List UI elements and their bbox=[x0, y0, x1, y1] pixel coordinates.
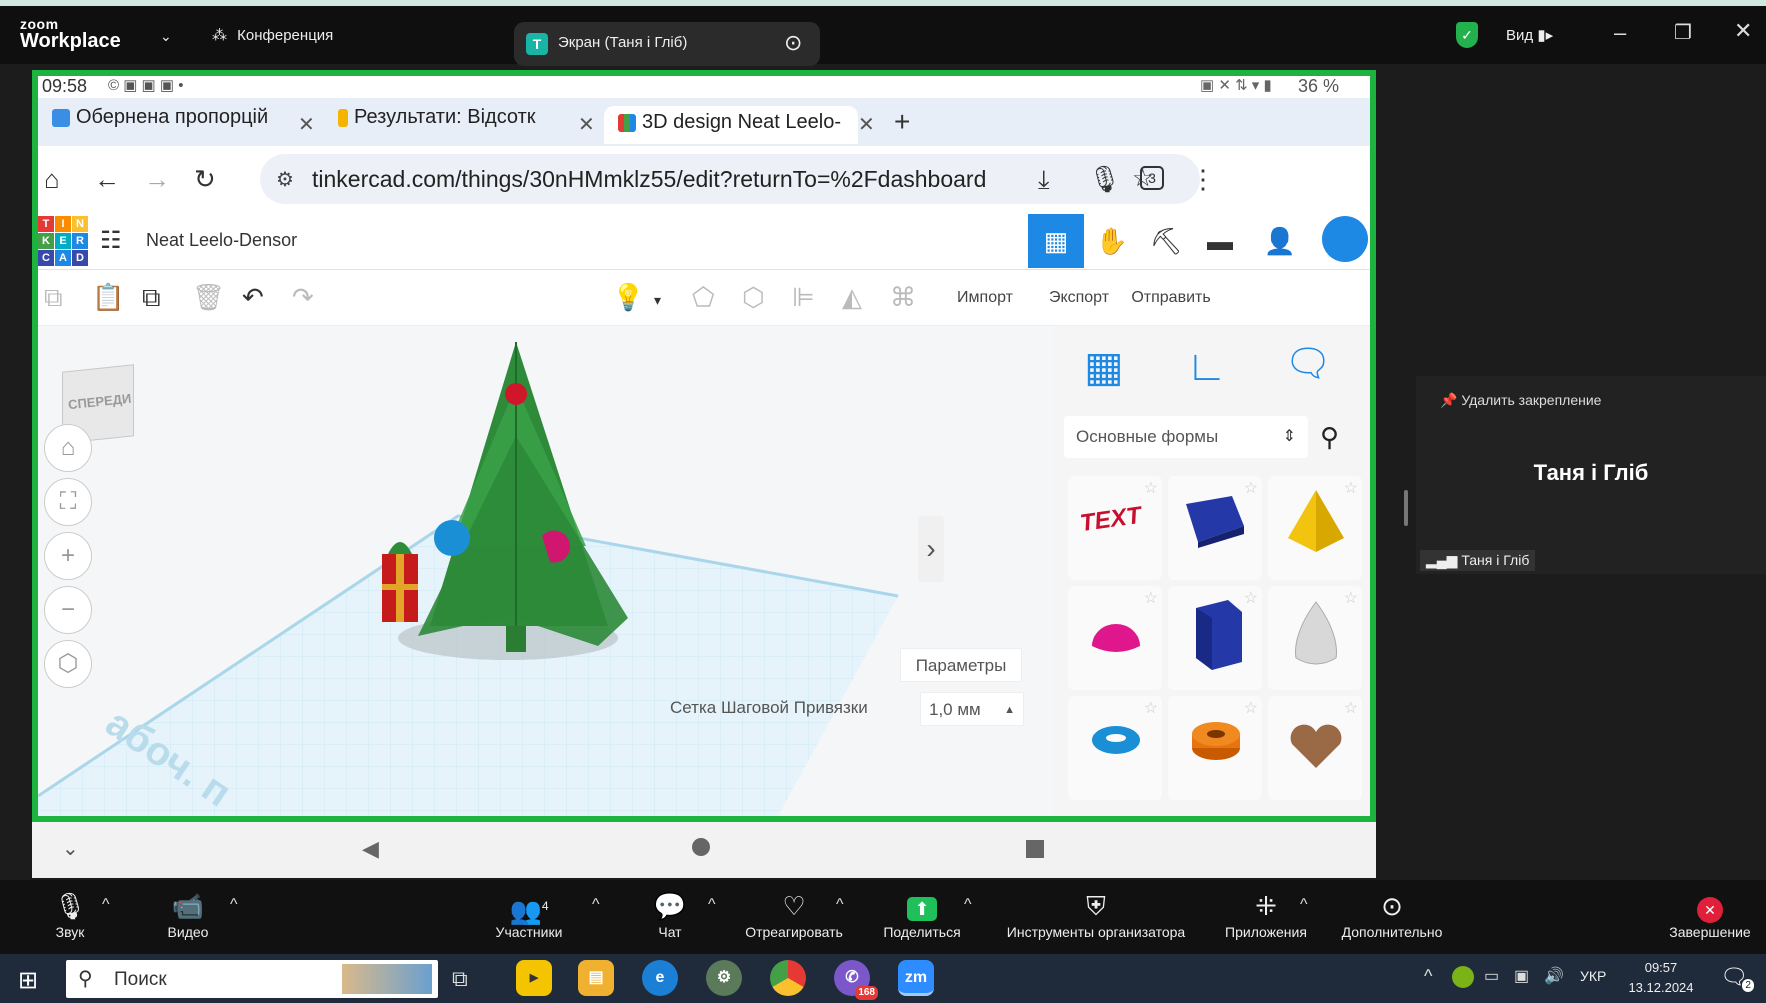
panel-resize-handle[interactable] bbox=[1404, 490, 1408, 526]
more-dots-icon: ⊙ bbox=[1381, 891, 1403, 921]
shield-icon: ⛨ bbox=[1086, 891, 1106, 921]
react-button[interactable]: ♡ Отреагировать bbox=[736, 888, 852, 940]
task-view-icon[interactable]: ⧉ bbox=[452, 966, 468, 992]
screen-share-pill[interactable]: T Экран (Таня і Гліб) ⊙ bbox=[514, 22, 820, 66]
share-button[interactable]: ⬆ Поделиться bbox=[874, 888, 970, 940]
apps-options-caret[interactable]: ^ bbox=[1300, 896, 1308, 914]
restore-icon[interactable]: ❐ bbox=[1674, 20, 1692, 45]
viber-icon[interactable]: ✆ 168 bbox=[834, 960, 878, 1000]
video-camera-icon: 📹 bbox=[171, 891, 205, 921]
notification-badge: 2 bbox=[1742, 979, 1754, 992]
close-icon[interactable]: ✕ bbox=[1734, 18, 1752, 44]
battery-icon[interactable]: ▭ bbox=[1484, 966, 1499, 986]
participant-name: Таня і Гліб bbox=[1533, 460, 1649, 485]
participant-tag: ▂▄▆ Таня і Гліб bbox=[1420, 550, 1536, 571]
clock[interactable]: 09:57 13.12.2024 bbox=[1622, 958, 1700, 998]
participants-button[interactable]: 👥4 Участники bbox=[484, 888, 574, 940]
react-options-caret[interactable]: ^ bbox=[836, 896, 844, 914]
player-app-icon[interactable]: ▶ bbox=[516, 960, 552, 996]
chevron-down-icon[interactable]: ⌄ bbox=[62, 836, 79, 861]
heart-icon: ♡ bbox=[782, 891, 806, 921]
notifications-icon[interactable]: 🗨 2 bbox=[1720, 964, 1754, 992]
chat-button[interactable]: 💬 Чат bbox=[640, 888, 700, 940]
search-highlight-image bbox=[342, 964, 432, 994]
unpin-button[interactable]: 📌 Удалить закрепление bbox=[1440, 392, 1601, 409]
view-layout-icon: ▮▸ bbox=[1537, 27, 1554, 44]
recents-square-icon[interactable] bbox=[1026, 840, 1044, 858]
desktop: zoom Workplace ⌄ ⁂ Конференция T Экран (… bbox=[0, 0, 1766, 1003]
more-options-icon[interactable]: ⊙ bbox=[784, 30, 802, 56]
zoom-meeting-toolbar: 🎙 Звук ^ 📹 Видео ^ 👥4 Участники ^ 💬 Чат ^ ♡ О… bbox=[0, 880, 1766, 954]
windows-taskbar: ⊞ ⚲ Поиск ⧉ ▶ ▤ e ⚙ ✆ 168 zm ^ ▭ ▣ 🔊 УКР… bbox=[0, 954, 1766, 1003]
more-button[interactable]: ⊙ Дополнительно bbox=[1330, 888, 1454, 940]
participant-video-tile[interactable]: 📌 Удалить закрепление Таня і Гліб ▂▄▆ Та… bbox=[1416, 376, 1766, 574]
chat-icon: 💬 bbox=[653, 891, 687, 921]
video-options-caret[interactable]: ^ bbox=[230, 896, 238, 914]
language-indicator[interactable]: УКР bbox=[1580, 968, 1606, 984]
share-arrow-icon: ⬆ bbox=[907, 897, 937, 921]
tray-app-icon[interactable] bbox=[1452, 966, 1474, 988]
share-title: Экран (Таня і Гліб) bbox=[558, 34, 688, 51]
signal-bars-icon: ▂▄▆ bbox=[1426, 552, 1458, 568]
chat-options-caret[interactable]: ^ bbox=[708, 896, 716, 914]
back-triangle-icon[interactable]: ◀ bbox=[362, 836, 379, 862]
share-initial-badge: T bbox=[526, 33, 548, 55]
network-icon[interactable]: ▣ bbox=[1514, 966, 1529, 986]
volume-icon[interactable]: 🔊 bbox=[1544, 966, 1564, 986]
microphone-icon: 🎙 bbox=[53, 891, 87, 921]
meeting-info-button[interactable]: ⁂ Конференция bbox=[212, 26, 333, 44]
search-icon: ⚲ bbox=[78, 968, 93, 990]
chevron-down-icon[interactable]: ⌄ bbox=[160, 28, 172, 45]
share-options-caret[interactable]: ^ bbox=[964, 896, 972, 914]
participants-options-caret[interactable]: ^ bbox=[592, 896, 600, 914]
view-button[interactable]: Вид ▮▸ bbox=[1506, 26, 1553, 44]
tray-expand-icon[interactable]: ^ bbox=[1424, 966, 1432, 987]
audio-button[interactable]: 🎙 Звук bbox=[40, 888, 100, 940]
edge-browser-icon[interactable]: e bbox=[642, 960, 678, 996]
zoom-app-icon[interactable]: zm bbox=[898, 960, 934, 996]
viber-badge: 168 bbox=[855, 986, 878, 1000]
home-circle-icon[interactable] bbox=[692, 838, 710, 856]
people-icon: ⁂ bbox=[212, 27, 227, 44]
taskbar-search[interactable]: ⚲ Поиск bbox=[66, 960, 438, 998]
zoom-title-bar: zoom Workplace ⌄ ⁂ Конференция T Экран (… bbox=[0, 0, 1766, 66]
windows-start-icon[interactable]: ⊞ bbox=[18, 966, 38, 995]
app-icon[interactable]: ⚙ bbox=[706, 960, 742, 996]
shield-check-icon[interactable]: ✓ bbox=[1456, 22, 1478, 48]
zoom-logo: zoom Workplace bbox=[20, 16, 121, 52]
end-x-icon: ✕ bbox=[1697, 897, 1723, 923]
android-nav-bar: ⌄ ◀ bbox=[32, 822, 1376, 878]
chrome-icon[interactable] bbox=[770, 960, 806, 996]
video-button[interactable]: 📹 Видео bbox=[158, 888, 218, 940]
pin-icon: 📌 bbox=[1440, 392, 1458, 408]
host-tools-button[interactable]: ⛨ Инструменты организатора bbox=[992, 888, 1200, 940]
end-meeting-button[interactable]: ✕ Завершение bbox=[1660, 888, 1760, 940]
minimize-icon[interactable]: – bbox=[1614, 20, 1626, 46]
participants-icon: 👥 bbox=[509, 895, 542, 926]
file-explorer-icon[interactable]: ▤ bbox=[578, 960, 614, 996]
audio-options-caret[interactable]: ^ bbox=[102, 896, 110, 914]
share-highlight-frame bbox=[32, 70, 1376, 822]
